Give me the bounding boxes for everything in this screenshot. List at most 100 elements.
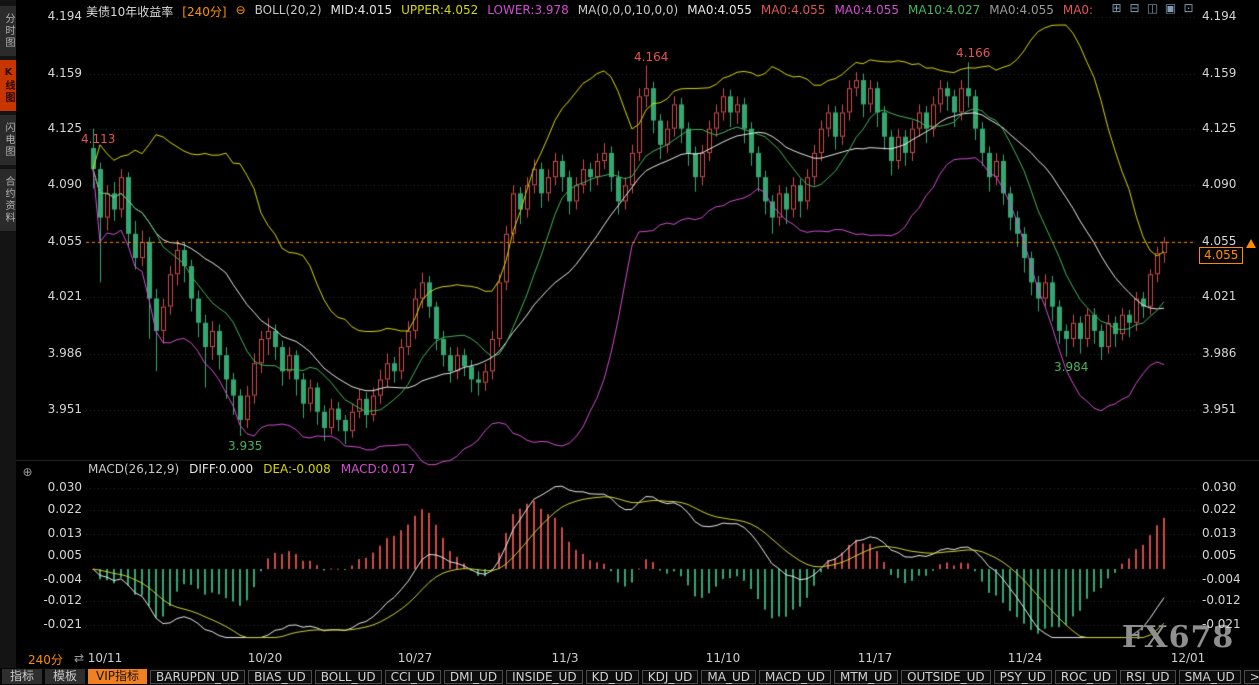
collapse-indicator-icon[interactable]: ⊖ [236,3,246,18]
sidebar-tab-2[interactable]: K线图 [0,60,16,111]
axis-tick-label: -0.012 [1202,593,1241,607]
indicator-tab-bar: 指标模板VIP指标BARUPDN_UDBIAS_UDBOLL_UDCCI_UDD… [0,668,1259,685]
macd-info-bar: MACD(26,12,9)DIFF:0.000DEA:-0.008MACD:0.… [88,462,415,476]
tab-RSI_UD[interactable]: RSI_UD [1120,670,1176,684]
tab-KD_UD[interactable]: KD_UD [586,670,639,684]
price-annotation: 4.113 [81,132,115,146]
time-axis-row: 240分 ⇄ 10/11 10/20 10/27 11/3 11/10 11/17 11/2… [16,648,1259,668]
tab-KDJ_UD[interactable]: KDJ_UD [642,670,699,684]
chart-area: 美债10年收益率 [240分] ⊖ BOLL(20,2) MID:4.015 UPPER:… [16,0,1259,648]
chart-type-sidebar: 分时图 K线图闪电图合约资料 [0,0,16,668]
axis-tick-label: 0.030 [16,480,82,494]
axis-tick-label: 3.951 [16,402,82,416]
indicator-info-bar: 美债10年收益率 [240分] ⊖ BOLL(20,2) MID:4.015 UPPER:… [86,3,1093,18]
date-label-10/27: 10/27 [395,651,435,665]
horizontal-scroll-icon[interactable]: ⇄ [74,651,84,665]
axis-tick-label: 4.194 [1202,9,1236,23]
ma0-value-3: MA0:4.055 [834,3,899,18]
price-annotation: 4.164 [634,50,668,64]
tab-模板[interactable]: 模板 [45,669,85,684]
axis-tick-label: 0.013 [16,526,82,540]
axis-tick-label: 4.055 [1202,234,1236,248]
macd-label: MACD(26,12,9) [88,462,179,476]
tab-MTM_UD[interactable]: MTM_UD [834,670,898,684]
tab-VIP指标[interactable]: VIP指标 [88,669,147,684]
axis-tick-label: 0.005 [1202,548,1236,562]
candlestick-macd-canvas[interactable] [16,0,1259,648]
tab-SMA_UD[interactable]: SMA_UD [1179,670,1241,684]
tab-MA_UD[interactable]: MA_UD [701,670,756,684]
axis-tick-label: 3.986 [16,346,82,360]
axis-tick-label: 4.159 [1202,66,1236,80]
tab-BOLL_UD[interactable]: BOLL_UD [315,670,382,684]
chart-title: 美债10年收益率 [86,3,173,18]
date-label-10/11: 10/11 [85,651,125,665]
axis-tick-label: 4.090 [16,177,82,191]
axis-tick-label: 4.021 [16,289,82,303]
date-label-11/17: 11/17 [855,651,895,665]
sidebar-tab-1[interactable]: 分时图 [0,6,16,56]
layout-split-horizontal-icon[interactable]: ⊟ [1128,2,1141,15]
axis-tick-label: -0.021 [1202,617,1241,631]
date-label-11/10: 11/10 [703,651,743,665]
axis-tick-label: 0.022 [1202,502,1236,516]
macd-diff-value: DIFF:0.000 [189,462,253,476]
axis-tick-label: 4.125 [1202,121,1236,135]
indicator-settings-icon[interactable]: ⊕ [21,466,34,479]
price-annotation: 3.935 [228,439,262,453]
ma10-value: MA10:4.027 [908,3,980,18]
boll-lower-value: LOWER:3.978 [487,3,569,18]
tab-BARUPDN_UD[interactable]: BARUPDN_UD [150,670,245,684]
ma0-value-5: MA0: [1063,3,1093,18]
boll-upper-value: UPPER:4.052 [401,3,478,18]
tab-BIAS_UD[interactable]: BIAS_UD [248,670,312,684]
current-price-tag: 4.055 [1199,247,1243,264]
date-label-11/24: 11/24 [1005,651,1045,665]
date-label-11/3: 11/3 [545,651,585,665]
current-price-value: 4.055 [1204,248,1238,262]
window-layout-controls: ⊞ ⊟ ◫ ▣ ⊡ [1110,2,1195,15]
axis-tick-label: 0.030 [1202,480,1236,494]
tab-OUTSIDE_UD[interactable]: OUTSIDE_UD [901,670,991,684]
period-label: 240分 [28,651,63,668]
tab-PSY_UD[interactable]: PSY_UD [994,670,1052,684]
tab-DMI_UD[interactable]: DMI_UD [444,670,503,684]
period-tag: [240分] [182,3,226,18]
trading-terminal-window: 分时图 K线图闪电图合约资料 美债10年收益率 [240分] ⊖ BOLL(20,2) M… [0,0,1259,685]
axis-tick-label: 0.022 [16,502,82,516]
price-pointer-icon [1246,239,1256,248]
axis-tick-label: 3.986 [1202,346,1236,360]
price-annotation: 3.984 [1054,360,1088,374]
axis-tick-label: 4.055 [16,234,82,248]
axis-tick-label: 0.005 [16,548,82,562]
tab-CCI_UD[interactable]: CCI_UD [385,670,441,684]
date-label-10/20: 10/20 [245,651,285,665]
axis-tick-label: -0.004 [1202,572,1241,586]
axis-tick-label: -0.021 [16,617,82,631]
macd-dea-value: DEA:-0.008 [263,462,331,476]
tab->[interactable]: > [1244,670,1259,684]
axis-tick-label: 4.090 [1202,177,1236,191]
sidebar-tab-4[interactable]: 合约资料 [0,169,16,231]
tab-MACD_UD[interactable]: MACD_UD [759,670,831,684]
axis-tick-label: -0.004 [16,572,82,586]
tab-指标[interactable]: 指标 [2,669,42,684]
layout-grid-icon[interactable]: ⊞ [1110,2,1123,15]
axis-tick-label: 3.951 [1202,402,1236,416]
sidebar-tab-3[interactable]: 闪电图 [0,115,16,165]
ma-label: MA(0,0,0,10,0,0) [578,3,678,18]
axis-tick-label: 4.125 [16,121,82,135]
boll-label: BOLL(20,2) [255,3,322,18]
tab-ROC_UD[interactable]: ROC_UD [1055,670,1117,684]
price-annotation: 4.166 [956,46,990,60]
layout-split-vertical-icon[interactable]: ◫ [1146,2,1159,15]
ma0-value-4: MA0:4.055 [989,3,1054,18]
axis-tick-label: 0.013 [1202,526,1236,540]
tab-INSIDE_UD[interactable]: INSIDE_UD [506,670,583,684]
layout-single-icon[interactable]: ▣ [1164,2,1177,15]
ma0-value-1: MA0:4.055 [687,3,752,18]
axis-tick-label: 4.021 [1202,289,1236,303]
boll-mid-value: MID:4.015 [331,3,393,18]
layout-maximize-icon[interactable]: ⊡ [1182,2,1195,15]
axis-tick-label: -0.012 [16,593,82,607]
